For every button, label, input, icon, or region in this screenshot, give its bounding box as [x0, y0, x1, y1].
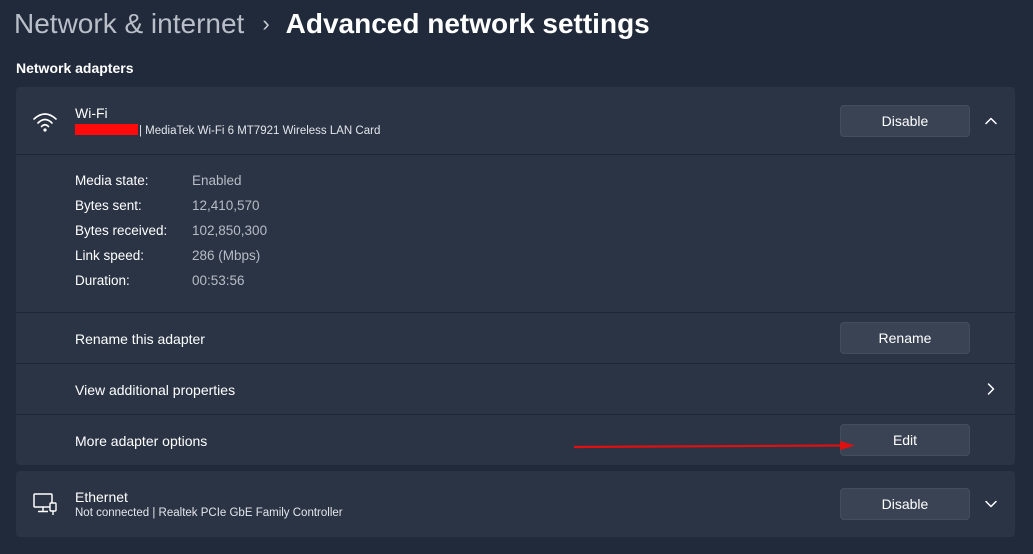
detail-label: Bytes received:	[75, 223, 168, 238]
detail-label: Media state:	[75, 173, 149, 188]
detail-row: Link speed: 286 (Mbps)	[75, 248, 267, 273]
detail-row: Duration: 00:53:56	[75, 273, 267, 298]
rename-adapter-label: Rename this adapter	[75, 331, 205, 347]
ethernet-icon	[33, 493, 57, 515]
detail-value: 00:53:56	[192, 273, 245, 288]
chevron-right-icon[interactable]	[983, 381, 999, 397]
view-additional-properties-link[interactable]: View additional properties	[75, 382, 235, 398]
wifi-adapter-description-text: | MediaTek Wi-Fi 6 MT7921 Wireless LAN C…	[139, 125, 381, 137]
more-adapter-options-label: More adapter options	[75, 433, 208, 449]
detail-value: 286 (Mbps)	[192, 248, 261, 263]
detail-value: 102,850,300	[192, 223, 268, 238]
detail-row: Media state: Enabled	[75, 173, 267, 198]
breadcrumb-separator: ›	[262, 11, 270, 36]
page-title: Advanced network settings	[285, 8, 650, 39]
divider	[16, 154, 1015, 155]
divider	[16, 414, 1015, 415]
wifi-adapter-name: Wi-Fi	[75, 105, 108, 121]
wifi-details-list: Media state: Enabled Bytes sent: 12,410,…	[75, 173, 267, 298]
detail-label: Link speed:	[75, 248, 145, 263]
detail-value: 12,410,570	[192, 198, 260, 213]
detail-value: Enabled	[192, 173, 242, 188]
divider	[16, 312, 1015, 313]
ethernet-disable-button[interactable]: Disable	[840, 488, 970, 520]
breadcrumb-parent-link[interactable]: Network & internet	[14, 8, 244, 40]
detail-row: Bytes sent: 12,410,570	[75, 198, 267, 223]
wifi-disable-button[interactable]: Disable	[840, 105, 970, 137]
section-title: Network adapters	[16, 60, 134, 76]
ethernet-adapter-name: Ethernet	[75, 489, 128, 505]
detail-label: Duration:	[75, 273, 130, 288]
ethernet-adapter-description: Not connected | Realtek PCIe GbE Family …	[75, 507, 343, 519]
detail-row: Bytes received: 102,850,300	[75, 223, 267, 248]
divider	[16, 363, 1015, 364]
breadcrumb: Network & internet › Advanced network se…	[14, 4, 650, 44]
wifi-icon	[33, 113, 57, 132]
rename-button[interactable]: Rename	[840, 322, 970, 354]
redaction-mark	[75, 124, 138, 135]
wifi-adapter-card: Wi-Fi | MediaTek Wi-Fi 6 MT7921 Wireless…	[16, 87, 1015, 465]
edit-button[interactable]: Edit	[840, 424, 970, 456]
ethernet-adapter-card[interactable]: Ethernet Not connected | Realtek PCIe Gb…	[16, 471, 1015, 537]
wifi-adapter-header[interactable]: Wi-Fi | MediaTek Wi-Fi 6 MT7921 Wireless…	[16, 87, 1015, 155]
wifi-adapter-description: | MediaTek Wi-Fi 6 MT7921 Wireless LAN C…	[75, 124, 380, 137]
annotation-arrow	[574, 441, 855, 450]
chevron-up-icon[interactable]	[983, 113, 999, 129]
chevron-down-icon[interactable]	[983, 496, 999, 512]
detail-label: Bytes sent:	[75, 198, 142, 213]
